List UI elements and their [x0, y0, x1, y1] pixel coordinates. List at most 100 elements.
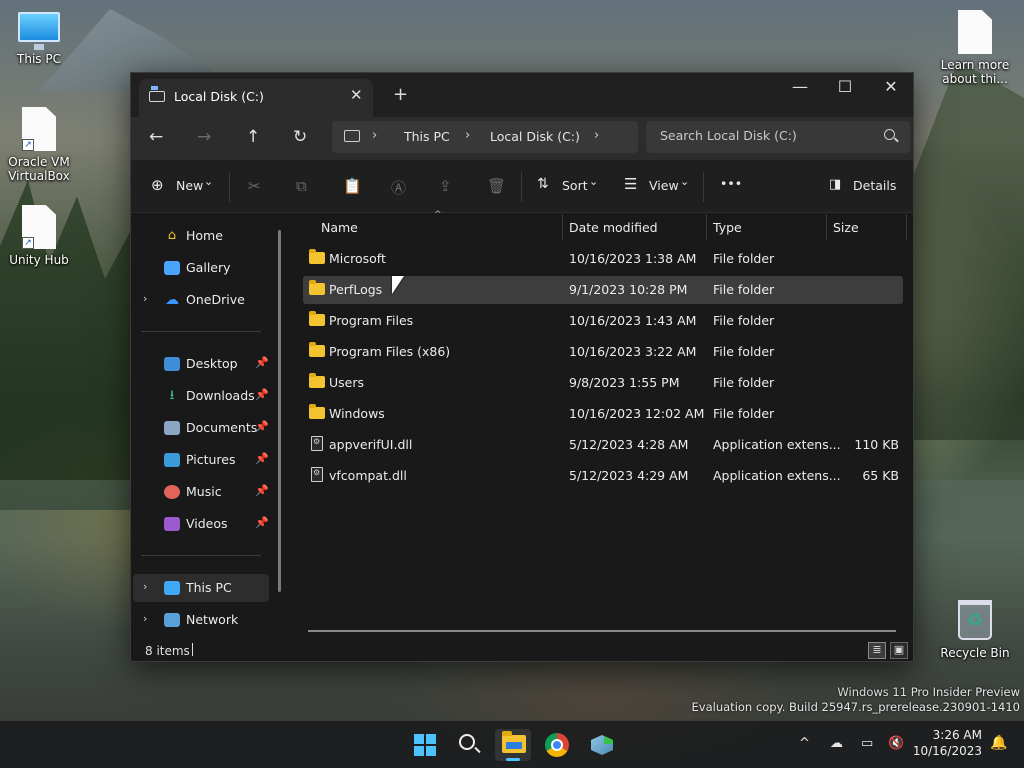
desktop-icon-this-pc[interactable]: This PC	[1, 12, 77, 66]
sidebar-item-pictures[interactable]: Pictures 📌	[133, 446, 269, 474]
cut-icon[interactable]: ✂	[248, 177, 261, 195]
desktop-icon-virtualbox[interactable]: ↗ Oracle VM VirtualBox	[1, 107, 77, 183]
sidebar-item-music[interactable]: Music 📌	[133, 478, 269, 506]
breadcrumb-this-pc[interactable]: This PC	[404, 129, 450, 144]
file-size: 65 KB	[862, 468, 899, 483]
address-bar[interactable]: › This PC › Local Disk (C:) ›	[332, 121, 638, 153]
sidebar-item-label: This PC	[186, 580, 232, 595]
sidebar-scrollbar[interactable]	[278, 230, 281, 592]
refresh-button[interactable]: ↻	[293, 127, 307, 147]
column-header-size[interactable]: Size	[833, 220, 859, 235]
column-header-name[interactable]: Name	[321, 220, 358, 235]
maximize-button[interactable]: ☐	[822, 77, 868, 96]
file-row[interactable]: Program Files (x86) 10/16/2023 3:22 AM F…	[303, 338, 903, 366]
show-hidden-icons-button[interactable]: ^	[799, 736, 810, 751]
expand-chevron-icon[interactable]: ›	[143, 580, 147, 593]
pin-icon: 📌	[255, 484, 269, 497]
minimize-button[interactable]: —	[777, 77, 823, 96]
folder-icon	[309, 311, 325, 326]
file-row[interactable]: vfcompat.dll 5/12/2023 4:29 AM Applicati…	[303, 462, 903, 490]
sidebar-item-network[interactable]: › Network	[133, 606, 269, 634]
folder-icon	[309, 280, 325, 295]
sidebar-item-downloads[interactable]: ⭳ Downloads 📌	[133, 382, 269, 410]
file-date: 9/1/2023 10:28 PM	[569, 282, 688, 297]
view-button[interactable]: View	[649, 178, 679, 193]
forward-button[interactable]: →	[197, 127, 211, 147]
chevron-right-icon[interactable]: ›	[465, 128, 470, 143]
sidebar-item-onedrive[interactable]: › ☁ OneDrive	[133, 286, 269, 314]
chevron-down-icon: ⌄	[589, 175, 599, 188]
close-tab-icon[interactable]: ✕	[350, 86, 363, 104]
wallpaper-trees-right	[914, 60, 1024, 440]
chevron-right-icon[interactable]: ›	[594, 128, 599, 143]
chrome-icon	[545, 733, 569, 757]
details-button[interactable]: Details	[853, 178, 896, 193]
evaluation-watermark: Windows 11 Pro Insider Preview Evaluatio…	[692, 685, 1020, 715]
sort-icon: ⇅	[537, 176, 549, 192]
share-icon[interactable]: ⇪	[439, 177, 452, 195]
file-row[interactable]: Windows 10/16/2023 12:02 AM File folder	[303, 400, 903, 428]
start-button[interactable]	[406, 729, 442, 761]
column-divider[interactable]	[826, 214, 827, 240]
sidebar-item-gallery[interactable]: Gallery	[133, 254, 269, 282]
tab-local-disk[interactable]: Local Disk (C:) ✕	[139, 79, 373, 117]
tiles-view-icon[interactable]: ▣	[890, 642, 908, 659]
column-divider[interactable]	[706, 214, 707, 240]
sidebar-item-home[interactable]: ⌂ Home	[133, 222, 269, 250]
file-type: File folder	[713, 251, 775, 266]
clock[interactable]: 3:26 AM 10/16/2023	[912, 727, 982, 759]
onedrive-status-icon[interactable]: ☁	[830, 736, 843, 751]
sidebar-item-documents[interactable]: Documents 📌	[133, 414, 269, 442]
file-name: Microsoft	[329, 251, 386, 266]
close-window-button[interactable]: ✕	[868, 77, 914, 96]
virtualbox-icon	[591, 735, 613, 755]
search-box[interactable]	[646, 121, 910, 153]
expand-chevron-icon[interactable]: ›	[143, 292, 147, 305]
item-count: 8 items	[145, 644, 190, 658]
taskbar-file-explorer[interactable]	[495, 729, 531, 761]
file-row[interactable]: Users 9/8/2023 1:55 PM File folder	[303, 369, 903, 397]
rename-icon[interactable]: Ⓐ	[391, 177, 406, 198]
column-divider[interactable]	[906, 214, 907, 240]
expand-chevron-icon[interactable]: ›	[143, 612, 147, 625]
breadcrumb-local-disk[interactable]: Local Disk (C:)	[490, 129, 580, 144]
file-row[interactable]: appverifUI.dll 5/12/2023 4:28 AM Applica…	[303, 431, 903, 459]
new-button[interactable]: New	[176, 178, 203, 193]
sidebar-item-desktop[interactable]: Desktop 📌	[133, 350, 269, 378]
sort-button[interactable]: Sort	[562, 178, 588, 193]
search-icon	[459, 734, 475, 750]
search-icon[interactable]	[884, 129, 895, 140]
notification-bell-icon[interactable]: 🔔	[990, 735, 1007, 751]
sidebar-item-label: Gallery	[186, 260, 231, 275]
command-bar: ⊕ New ⌄ ✂ ⧉ 📋 Ⓐ ⇪ 🗑 ⇅ Sort ⌄ ☰ View ⌄ ••…	[131, 159, 913, 213]
taskbar-search-button[interactable]	[450, 729, 486, 761]
clock-time: 3:26 AM	[932, 728, 982, 742]
new-tab-button[interactable]: +	[393, 84, 408, 105]
paste-icon[interactable]: 📋	[343, 177, 362, 195]
up-button[interactable]: ↑	[246, 127, 260, 147]
status-divider	[192, 643, 193, 656]
desktop-icon-learn-more[interactable]: Learn more about thi...	[937, 10, 1013, 86]
more-options-button[interactable]: •••	[720, 176, 742, 191]
taskbar-virtualbox[interactable]	[583, 729, 619, 761]
volume-muted-icon[interactable]: 🔇	[888, 736, 904, 751]
details-view-icon[interactable]: ≣	[868, 642, 886, 659]
file-row[interactable]: Microsoft 10/16/2023 1:38 AM File folder	[303, 245, 903, 273]
file-row[interactable]: Program Files 10/16/2023 1:43 AM File fo…	[303, 307, 903, 335]
back-button[interactable]: ←	[149, 127, 163, 147]
sidebar-item-videos[interactable]: Videos 📌	[133, 510, 269, 538]
search-input[interactable]	[660, 128, 875, 143]
column-header-date[interactable]: Date modified	[569, 220, 658, 235]
desktop-icon-unity-hub[interactable]: ↗ Unity Hub	[1, 205, 77, 267]
copy-icon[interactable]: ⧉	[296, 177, 307, 195]
column-divider[interactable]	[562, 214, 563, 240]
delete-icon[interactable]: 🗑	[487, 177, 506, 195]
taskbar-chrome[interactable]	[539, 729, 575, 761]
display-icon[interactable]: ▭	[861, 736, 873, 751]
file-date: 10/16/2023 1:38 AM	[569, 251, 697, 266]
sidebar-item-this-pc[interactable]: › This PC	[133, 574, 269, 602]
horizontal-scrollbar[interactable]	[308, 630, 896, 632]
desktop-icon-recycle-bin[interactable]: ♻ Recycle Bin	[937, 600, 1013, 660]
chevron-right-icon[interactable]: ›	[372, 128, 377, 143]
column-header-type[interactable]: Type	[713, 220, 742, 235]
